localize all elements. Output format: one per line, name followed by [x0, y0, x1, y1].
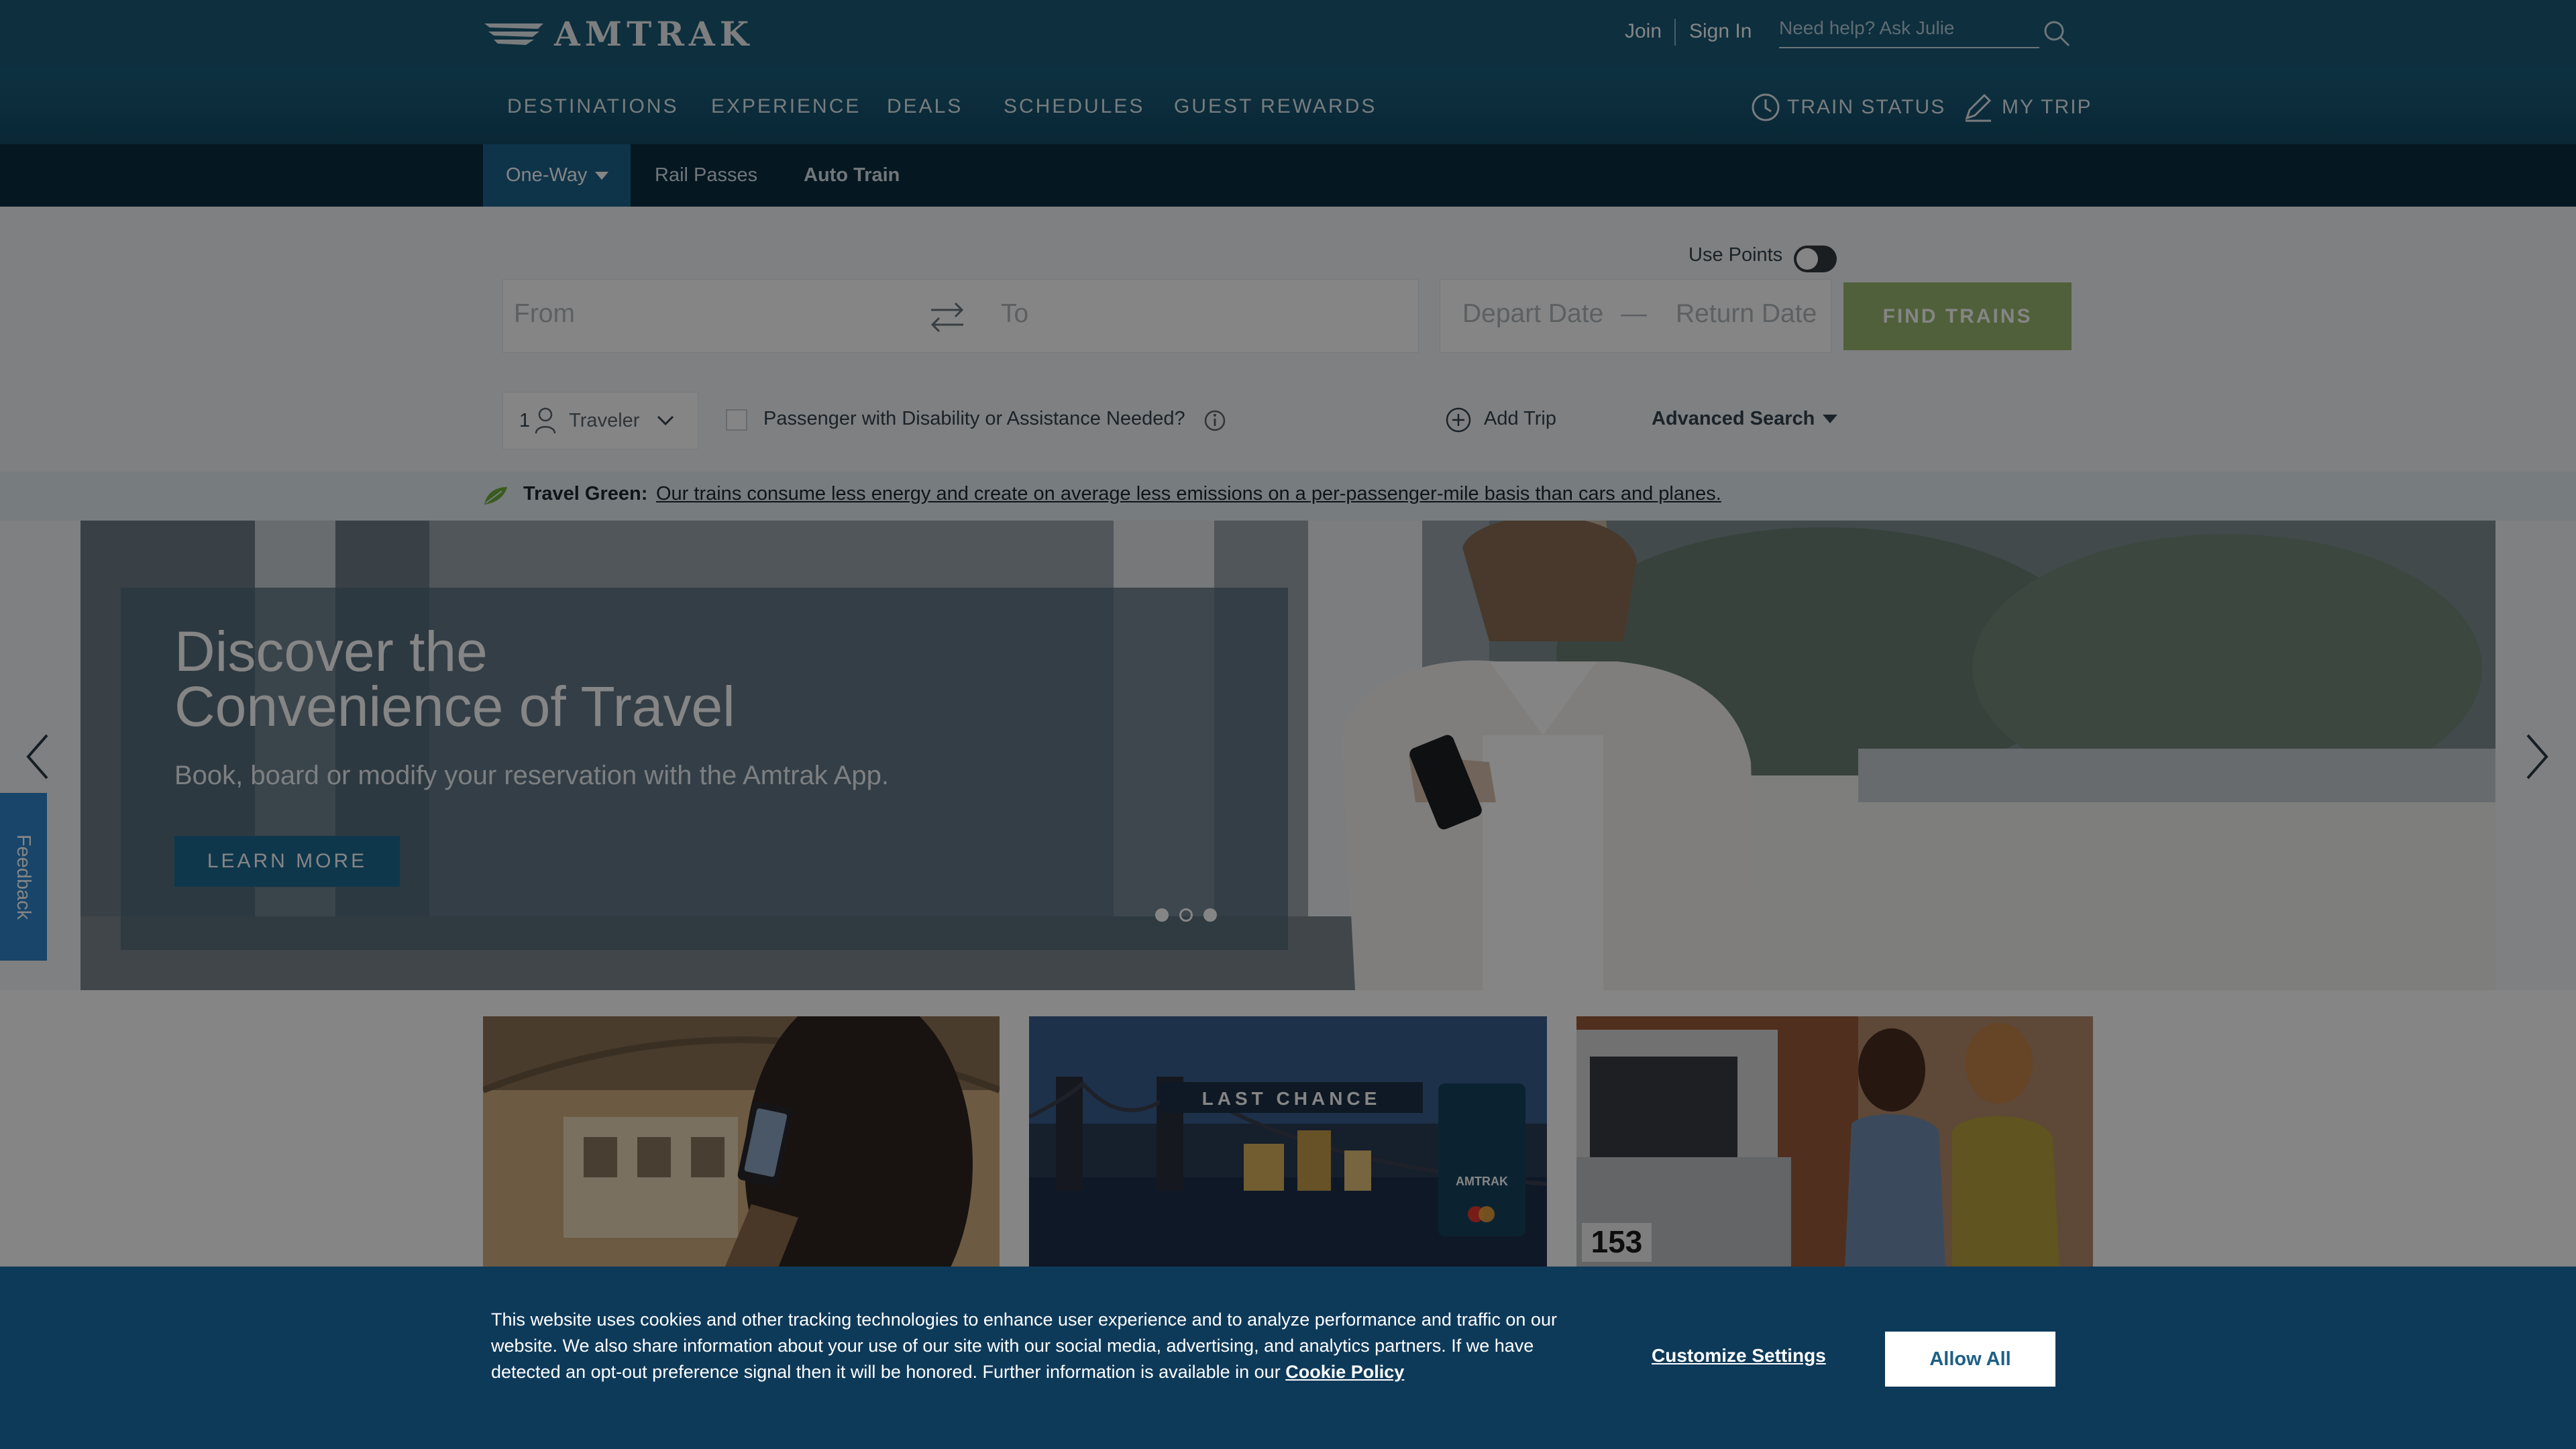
allow-all-button[interactable]: Allow All: [1885, 1332, 2055, 1387]
cookie-message: This website uses cookies and other trac…: [491, 1307, 1578, 1385]
customize-settings-button[interactable]: Customize Settings: [1652, 1345, 1826, 1366]
cookie-policy-link[interactable]: Cookie Policy: [1285, 1362, 1404, 1382]
modal-backdrop: [0, 0, 2576, 1267]
